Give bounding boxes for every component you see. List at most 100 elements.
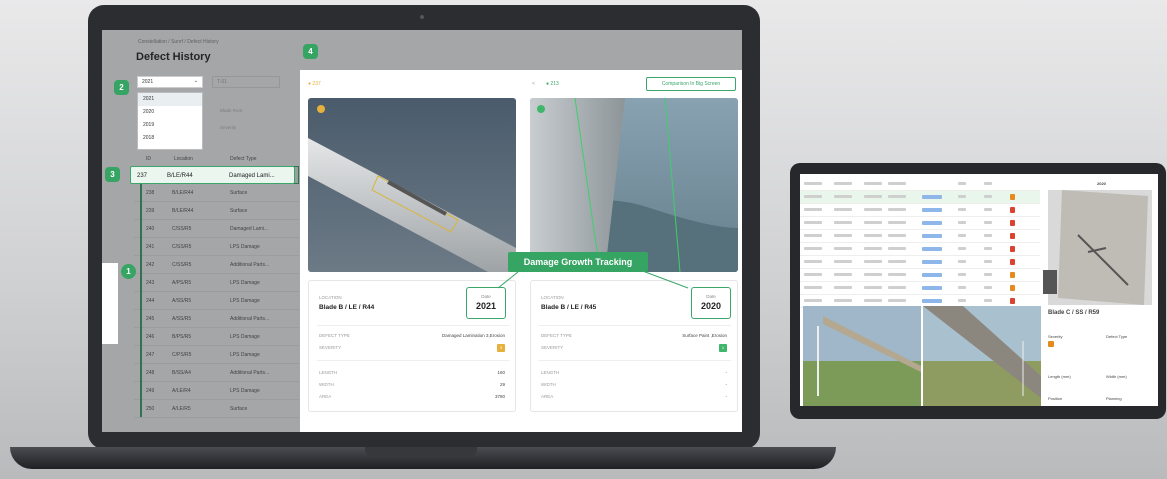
year-select-highlight[interactable]: 2021 ⌄ (137, 76, 203, 88)
tablet-status-chip (922, 299, 942, 303)
tablet-table-row[interactable] (800, 178, 1040, 191)
compare-panel: ● 237 < ● 213 Comparison In Big Screen ⊞… (300, 70, 742, 422)
area-value: - (725, 394, 728, 399)
tablet-blade-image (1058, 190, 1148, 305)
tablet-screen: 2020 Blade C / SS / R59 Severity Defect … (800, 174, 1158, 406)
year-dropdown-highlight: 2021 2020 2019 2018 (137, 92, 203, 150)
tablet-cell (804, 208, 822, 211)
tablet-cell (888, 208, 906, 211)
tablet-photo-right[interactable] (923, 306, 1041, 406)
tablet-cell (864, 260, 882, 263)
right-defect-photo[interactable] (530, 98, 738, 272)
tablet-cell (888, 299, 906, 302)
area-value: 3780 (494, 394, 505, 399)
laptop-notch (365, 447, 477, 457)
tablet-cell (958, 286, 966, 289)
tablet-photo-left[interactable] (803, 306, 921, 406)
width-value: 29 (499, 382, 505, 387)
tablet-cell (958, 260, 966, 263)
cell-id: 237 (137, 173, 148, 179)
tablet-cell (864, 247, 882, 250)
year-select-value: 2021 (142, 79, 154, 85)
tablet-cell (958, 234, 966, 237)
tablet-cell (984, 286, 992, 289)
left-id: 237 (312, 81, 321, 87)
blade-photo-right (530, 98, 738, 272)
tablet-planning-label: Planning (1106, 396, 1122, 401)
tablet-cell (804, 273, 822, 276)
tablet-severity-square (1010, 194, 1015, 200)
tablet-table-row[interactable] (800, 243, 1040, 256)
tablet-cell (834, 234, 852, 237)
tablet-cell (888, 234, 906, 237)
tablet-cell (864, 286, 882, 289)
tablet-table-row[interactable] (800, 230, 1040, 243)
tablet-cell (804, 234, 822, 237)
left-defect-photo[interactable] (308, 98, 516, 272)
tablet-cell (864, 273, 882, 276)
tablet-severity-label: Severity (1048, 334, 1063, 339)
tablet-detail-image[interactable] (1048, 190, 1152, 305)
left-panel-dim (102, 30, 300, 432)
right-id: 213 (550, 81, 559, 87)
tablet-cell (804, 182, 822, 185)
tablet-severity-square (1010, 207, 1015, 213)
tablet-cell (984, 182, 992, 185)
tablet-cell (984, 299, 992, 302)
tablet-table-row[interactable] (800, 217, 1040, 230)
tablet-table-row[interactable] (800, 204, 1040, 217)
tablet-position-label: Position (1048, 396, 1063, 401)
length-value: 160 (497, 370, 505, 375)
area-label: AREA (319, 394, 332, 399)
tablet-thumb[interactable] (1043, 270, 1057, 294)
tablet-severity-badge (1048, 341, 1054, 347)
tablet-table-row[interactable] (800, 191, 1040, 204)
divider (539, 360, 731, 361)
length-label: LENGTH (541, 370, 560, 375)
prev-button[interactable]: < (532, 81, 535, 87)
tablet-cell (958, 247, 966, 250)
severity-label: SEVERITY (319, 345, 342, 350)
tablet-cell (834, 221, 852, 224)
tablet-cell (984, 208, 992, 211)
tablet-severity-square (1010, 220, 1015, 226)
tablet-cell (984, 221, 992, 224)
tablet-status-chip (922, 273, 942, 277)
length-value: - (725, 370, 728, 375)
tablet-cell (888, 221, 906, 224)
tablet-status-chip (922, 260, 942, 264)
tablet-cell (888, 182, 906, 185)
cell-type: Damaged Lami... (229, 173, 275, 179)
step-badge-4: 4 (303, 44, 318, 59)
tablet-severity-square (1010, 233, 1015, 239)
comparison-big-screen-button[interactable]: Comparison In Big Screen (646, 77, 736, 91)
tablet-table-row[interactable] (800, 282, 1040, 295)
tablet-table-row[interactable] (800, 269, 1040, 282)
tablet-year: 2020 (1097, 181, 1106, 186)
tablet-cell (888, 195, 906, 198)
tablet-detail-location: Blade C / SS / R59 (1048, 310, 1100, 316)
defect-type-label: DEFECT TYPE (541, 333, 572, 338)
year-option[interactable]: 2018 (138, 132, 202, 145)
year-option[interactable]: 2019 (138, 119, 202, 132)
tablet-cell (864, 299, 882, 302)
tablet-cell (984, 247, 992, 250)
tablet-cell (958, 221, 966, 224)
table-row-selected-highlight[interactable]: 237 B/LE/R44 Damaged Lami... (130, 166, 295, 184)
tablet-cell (864, 195, 882, 198)
divider (317, 360, 509, 361)
tablet-cell (888, 260, 906, 263)
tablet-cell (984, 260, 992, 263)
tablet-status-chip (922, 286, 942, 290)
width-label: WIDTH (319, 382, 334, 387)
year-option[interactable]: 2021 (138, 93, 202, 106)
tablet-table-row[interactable] (800, 256, 1040, 269)
year-option[interactable]: 2020 (138, 106, 202, 119)
tablet-cell (834, 182, 852, 185)
tablet-cell (804, 299, 822, 302)
tablet-cell (804, 247, 822, 250)
tablet-cell (984, 195, 992, 198)
step-badge-1: 1 (121, 264, 136, 279)
damage-growth-tracking-callout: Damage Growth Tracking (508, 252, 648, 272)
laptop-camera (420, 15, 424, 19)
